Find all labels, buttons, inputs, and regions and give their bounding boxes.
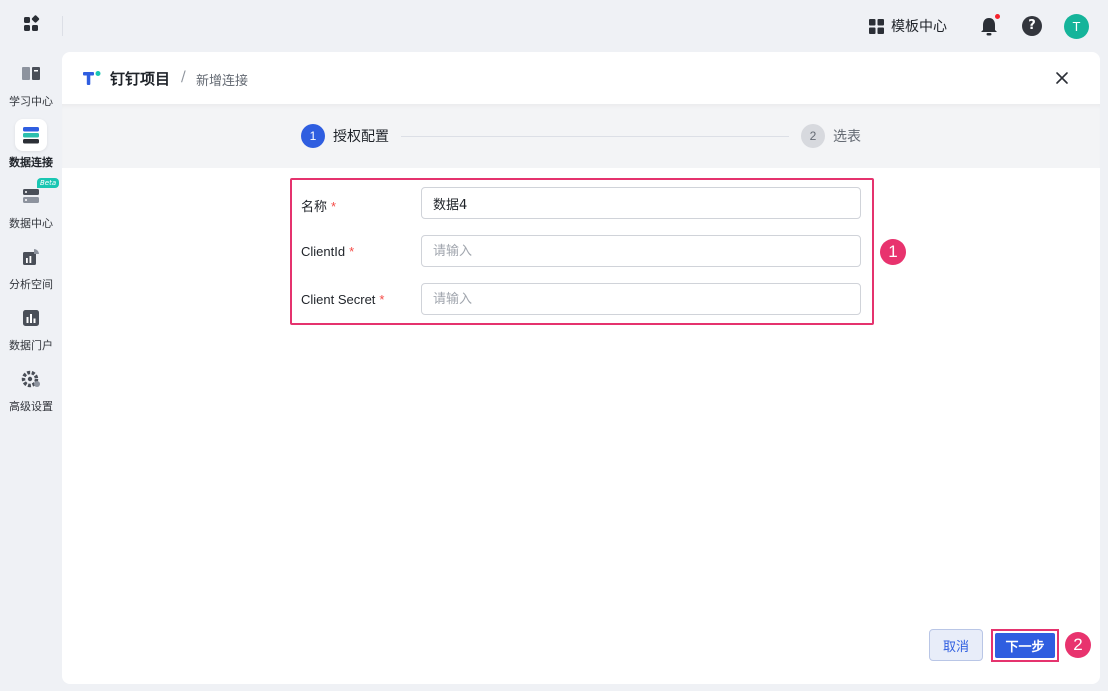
step-1-label: 授权配置 xyxy=(333,129,389,145)
help-icon[interactable]: ? xyxy=(1022,16,1042,36)
step-2-number: 2 xyxy=(801,124,825,148)
data-connect-icon xyxy=(23,127,39,144)
project-title: 钉钉项目 xyxy=(110,70,171,88)
steps-bar: 1 授权配置 2 选表 xyxy=(62,104,1100,168)
sidebar-item-label: 数据中心 xyxy=(9,217,53,230)
sidebar-item-label: 分析空间 xyxy=(9,278,53,291)
name-label: 名称 * xyxy=(301,199,337,214)
template-center-button[interactable]: 模板中心 xyxy=(868,14,947,38)
portal-chart-icon xyxy=(23,310,39,326)
top-bar: 模板中心 ? T xyxy=(0,0,1108,52)
sidebar-item-learning[interactable]: 学习中心 xyxy=(0,58,62,114)
breadcrumb-separator: / xyxy=(181,69,186,85)
next-button-highlight: 下一步 xyxy=(991,629,1059,662)
main-panel: 钉钉项目 / 新增连接 1 授权配置 2 选表 名称* ClientId* Cl… xyxy=(62,52,1100,684)
template-grid-icon xyxy=(869,18,884,34)
sidebar-item-portal[interactable]: 数据门户 xyxy=(0,302,62,358)
required-mark: * xyxy=(379,292,385,307)
required-mark: * xyxy=(331,199,337,214)
breadcrumb: 新增连接 xyxy=(196,74,249,89)
database-icon xyxy=(23,189,39,203)
sidebar-item-data-connect[interactable]: 数据连接 xyxy=(0,119,62,175)
dingtalk-project-logo-icon xyxy=(83,71,101,85)
notification-button[interactable] xyxy=(978,14,1000,38)
annotation-badge-2: 2 xyxy=(1065,632,1091,658)
auth-config-form: 名称* ClientId* Client Secret* xyxy=(290,178,874,325)
clientid-input[interactable] xyxy=(421,235,861,267)
apps-grid-icon[interactable] xyxy=(22,14,42,34)
avatar[interactable]: T xyxy=(1064,14,1089,39)
annotation-badge-1: 1 xyxy=(880,239,906,265)
book-icon xyxy=(22,67,40,80)
client-secret-label: Client Secret * xyxy=(301,292,385,307)
required-mark: * xyxy=(349,244,355,259)
step-1-number: 1 xyxy=(301,124,325,148)
sidebar-item-data-center[interactable]: Beta 数据中心 xyxy=(0,178,62,236)
clientid-label: ClientId * xyxy=(301,244,355,259)
notification-dot xyxy=(995,14,1000,19)
top-divider xyxy=(62,16,63,36)
beta-badge: Beta xyxy=(37,178,60,188)
sidebar-item-label: 学习中心 xyxy=(9,95,53,108)
sidebar-item-label: 高级设置 xyxy=(9,400,53,413)
sidebar-item-advanced-settings[interactable]: 高级设置 xyxy=(0,363,62,419)
sidebar-item-label: 数据连接 xyxy=(9,156,53,169)
name-input[interactable] xyxy=(421,187,861,219)
template-center-label: 模板中心 xyxy=(891,19,947,35)
gear-icon xyxy=(21,370,40,388)
panel-header: 钉钉项目 / 新增连接 xyxy=(62,52,1100,104)
next-step-button[interactable]: 下一步 xyxy=(995,633,1055,658)
close-icon[interactable] xyxy=(1054,70,1070,86)
sidebar-item-analysis[interactable]: 分析空间 xyxy=(0,241,62,297)
step-2-label: 选表 xyxy=(833,129,861,145)
step-connector xyxy=(401,136,789,137)
cancel-button[interactable]: 取消 xyxy=(929,629,983,661)
analysis-icon xyxy=(23,249,39,265)
sidebar-item-label: 数据门户 xyxy=(9,339,53,352)
client-secret-input[interactable] xyxy=(421,283,861,315)
